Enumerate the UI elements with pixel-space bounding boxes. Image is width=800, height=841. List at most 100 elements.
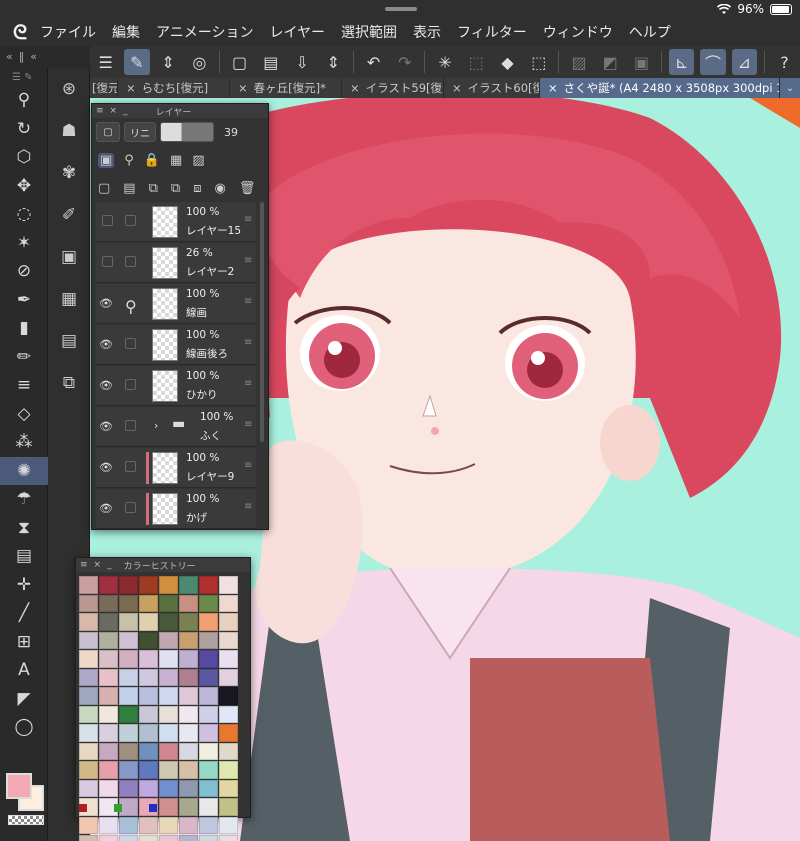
- eye-icon[interactable]: 👁: [99, 420, 113, 433]
- color-swatch[interactable]: [219, 668, 238, 686]
- color-swatch[interactable]: [119, 835, 138, 841]
- color-swatch[interactable]: [119, 724, 138, 742]
- layer-menu-icon[interactable]: ≡: [244, 460, 252, 471]
- color-swatch[interactable]: [79, 742, 98, 760]
- magic-wand-icon[interactable]: ✶: [0, 229, 48, 258]
- eye-icon[interactable]: 👁: [99, 461, 113, 474]
- layer-row[interactable]: 👁 ⚲ 100 % 線画 ≡: [96, 284, 256, 324]
- color-swatch[interactable]: [199, 761, 218, 779]
- spiral-icon[interactable]: ◎: [187, 49, 212, 75]
- layer-mask-icon[interactable]: ◉: [214, 181, 225, 196]
- color-swatch[interactable]: [79, 668, 98, 686]
- navigator-icon[interactable]: ⊛: [48, 68, 90, 110]
- color-swatch[interactable]: [179, 798, 198, 816]
- menu-view[interactable]: 表示: [413, 22, 441, 42]
- color-swatch[interactable]: [119, 687, 138, 705]
- color-swatch[interactable]: [199, 687, 218, 705]
- text-icon[interactable]: A: [0, 656, 48, 685]
- balloon-icon[interactable]: ◯: [0, 713, 48, 742]
- color-swatch[interactable]: [139, 742, 158, 760]
- layer-checkbox[interactable]: [125, 215, 136, 226]
- color-swatch[interactable]: [199, 594, 218, 612]
- color-swatch[interactable]: [119, 613, 138, 631]
- layer-checkbox[interactable]: [125, 420, 136, 431]
- color-swatch[interactable]: [99, 613, 118, 631]
- color-swatch[interactable]: [199, 742, 218, 760]
- close-icon[interactable]: ×: [452, 81, 462, 95]
- color-swatch[interactable]: [159, 724, 178, 742]
- close-icon[interactable]: ×: [350, 81, 360, 95]
- color-swatch[interactable]: [99, 742, 118, 760]
- layer-settings-icon[interactable]: ✾: [48, 152, 90, 194]
- updown-icon[interactable]: ⇕: [156, 49, 181, 75]
- color-swatch[interactable]: [119, 576, 138, 594]
- pencil-icon[interactable]: ✏: [0, 343, 48, 372]
- crop-icon[interactable]: ⬚: [526, 49, 551, 75]
- loading-icon[interactable]: ✳: [432, 49, 457, 75]
- spray-icon[interactable]: ⁂: [0, 428, 48, 457]
- color-swatch[interactable]: [159, 594, 178, 612]
- color-swatch[interactable]: [199, 798, 218, 816]
- color-swatch[interactable]: [99, 761, 118, 779]
- menu-window[interactable]: ウィンドウ: [543, 22, 613, 42]
- color-swatch[interactable]: [179, 594, 198, 612]
- layer-folder-row[interactable]: 👁 › ▬ 100 % ふく ≡: [96, 407, 256, 447]
- layer-menu-icon[interactable]: ≡: [244, 378, 252, 389]
- color-swatch[interactable]: [139, 761, 158, 779]
- color-swatch[interactable]: [199, 705, 218, 723]
- close-icon[interactable]: ×: [548, 81, 558, 95]
- color-swatch[interactable]: [159, 687, 178, 705]
- color-swatch[interactable]: [219, 613, 238, 631]
- color-swatch[interactable]: [99, 576, 118, 594]
- color-swatch[interactable]: [199, 668, 218, 686]
- chevron-down-icon[interactable]: ⌄: [780, 78, 800, 98]
- color-swatch[interactable]: [159, 613, 178, 631]
- layer-row[interactable]: 100 % レイヤー15 ≡: [96, 202, 256, 242]
- color-swatch[interactable]: [139, 576, 158, 594]
- lock-transparency-icon[interactable]: ▦: [170, 153, 182, 168]
- color-swatch[interactable]: [99, 650, 118, 668]
- color-swatch[interactable]: [139, 668, 158, 686]
- reference-layer-icon[interactable]: ⚲: [124, 153, 134, 168]
- layer-row[interactable]: 👁 100 % ひかり ≡: [96, 366, 256, 406]
- color-swatch[interactable]: [199, 631, 218, 649]
- color-swatch[interactable]: [179, 576, 198, 594]
- window-grab-handle[interactable]: [385, 7, 417, 11]
- lock-icon[interactable]: 🔒: [144, 153, 160, 168]
- eye-icon[interactable]: 👁: [99, 338, 113, 351]
- color-swatch[interactable]: [79, 724, 98, 742]
- color-swatch[interactable]: [79, 705, 98, 723]
- color-swatch[interactable]: [159, 798, 178, 816]
- eye-icon[interactable]: 👁: [99, 297, 113, 310]
- layer-row[interactable]: 👁 100 % レイヤー9 ≡: [96, 448, 256, 488]
- layer-menu-icon[interactable]: ≡: [244, 255, 252, 266]
- edit-mode-icon[interactable]: ✎: [124, 49, 150, 75]
- color-swatch[interactable]: [119, 650, 138, 668]
- color-swatch[interactable]: [79, 576, 98, 594]
- layer-checkbox[interactable]: [125, 461, 136, 472]
- new-file-icon[interactable]: ▢: [227, 49, 252, 75]
- close-icon[interactable]: ×: [126, 81, 136, 95]
- opacity-slider[interactable]: [160, 122, 214, 142]
- clear-selection-icon[interactable]: ▨: [566, 49, 591, 75]
- color-swatch[interactable]: [199, 650, 218, 668]
- pen-icon[interactable]: ✒: [0, 286, 48, 315]
- layer-menu-icon[interactable]: ≡: [244, 337, 252, 348]
- color-swatch[interactable]: [119, 594, 138, 612]
- timeline-icon[interactable]: ⧉: [48, 362, 90, 404]
- color-swatch[interactable]: [159, 705, 178, 723]
- color-swatch[interactable]: [199, 816, 218, 834]
- color-swatch[interactable]: [179, 668, 198, 686]
- eraser-icon[interactable]: ◇: [0, 400, 48, 429]
- color-swatch[interactable]: [179, 631, 198, 649]
- color-swatch[interactable]: [99, 687, 118, 705]
- color-swatch[interactable]: [219, 779, 238, 797]
- menu-file[interactable]: ファイル: [40, 22, 96, 42]
- close-icon[interactable]: ×: [238, 81, 248, 95]
- color-swatch[interactable]: [79, 650, 98, 668]
- color-swatch[interactable]: [179, 613, 198, 631]
- camera-icon[interactable]: ⬡: [0, 143, 48, 172]
- menu-layer[interactable]: レイヤー: [269, 22, 325, 42]
- layer-scrollbar[interactable]: [260, 202, 264, 442]
- tab-doc-active[interactable]: × さくや誕* (A4 2480 x 3508px 300dpi 115.9%): [540, 78, 780, 98]
